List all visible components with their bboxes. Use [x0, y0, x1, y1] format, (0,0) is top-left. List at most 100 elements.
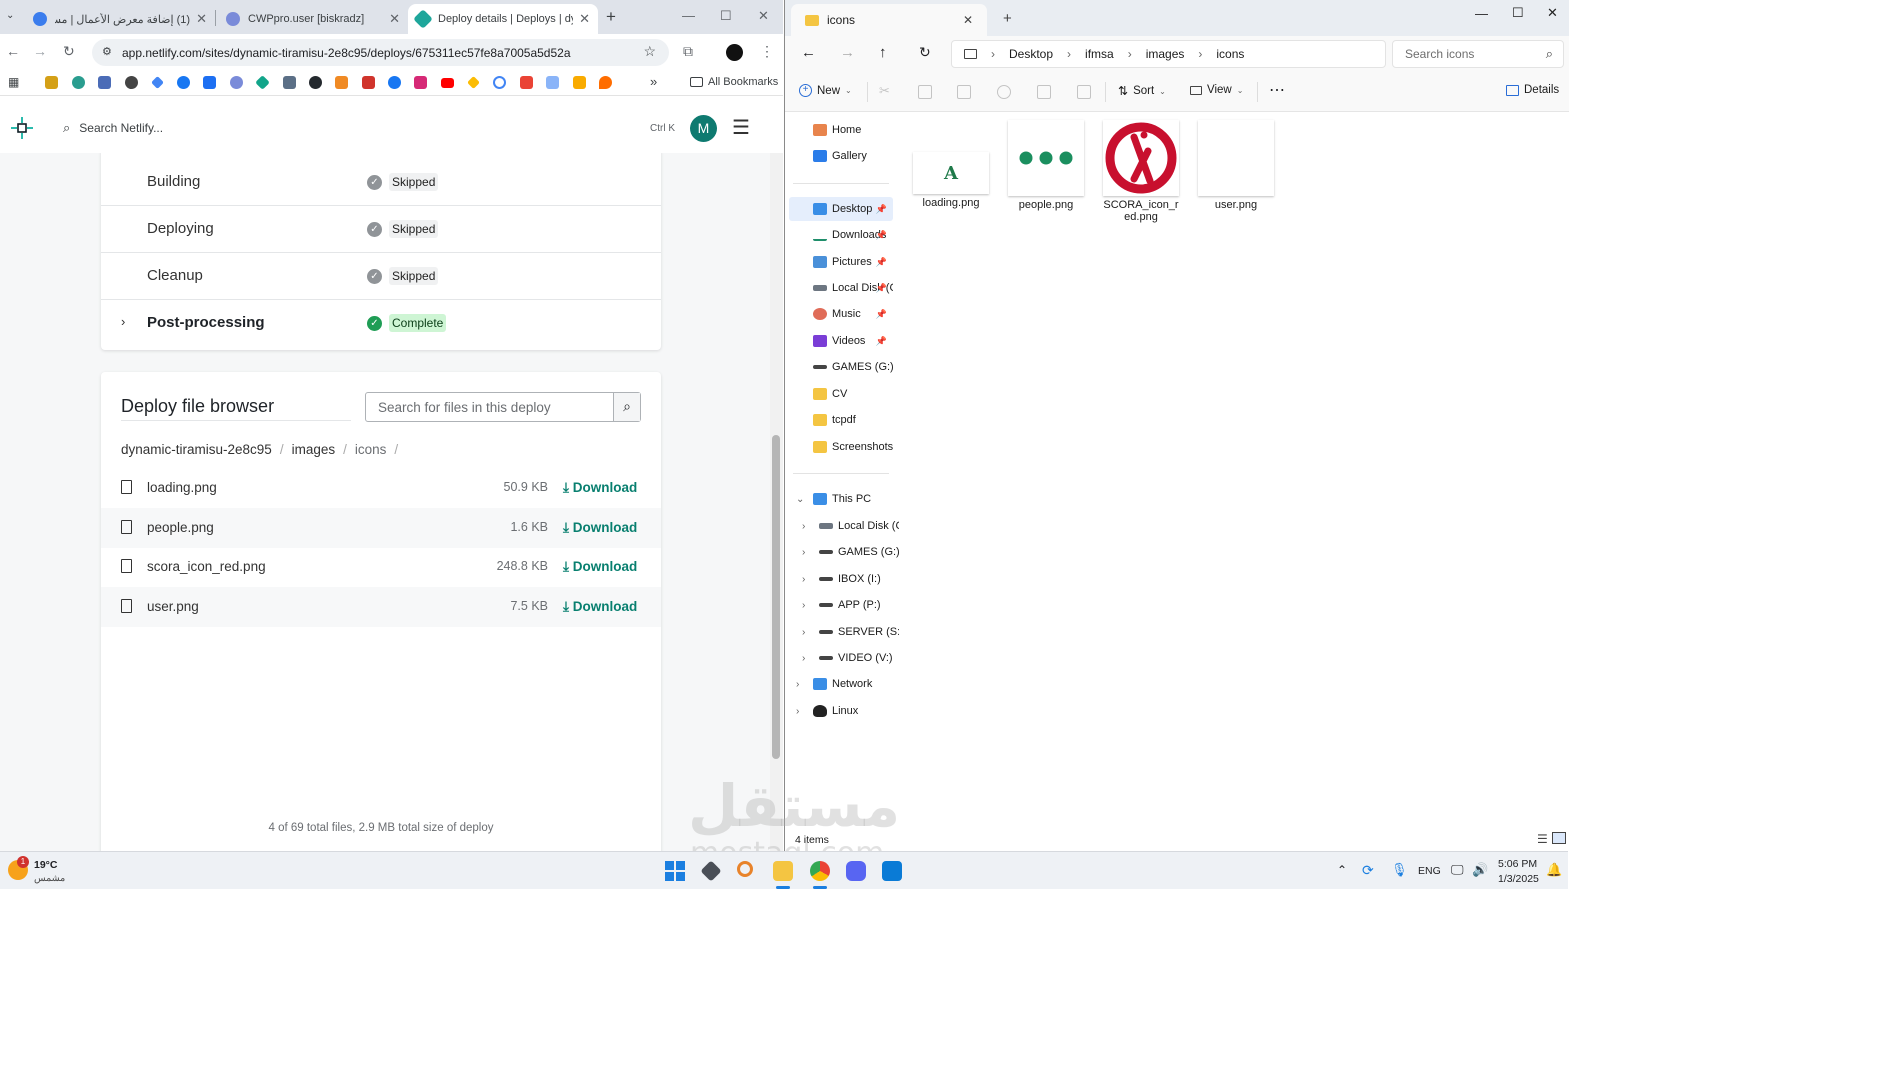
all-bookmarks[interactable]: All Bookmarks — [690, 76, 778, 88]
refresh-icon[interactable]: ↻ — [919, 44, 931, 61]
sidebar-item-screenshots[interactable]: Screenshots — [789, 435, 893, 459]
taskbar-vscode-icon[interactable] — [882, 861, 902, 881]
chevron-right-icon[interactable]: › — [796, 706, 799, 717]
sidebar-item-games[interactable]: GAMES (G:) — [789, 355, 893, 379]
huawei-bookmark-icon[interactable] — [362, 76, 375, 89]
sidebar-item-drive-v[interactable]: › VIDEO (V:) — [795, 646, 899, 670]
bookmark-icon[interactable] — [255, 75, 270, 90]
taskbar-search-app-icon[interactable] — [737, 861, 753, 877]
file-item-user[interactable]: user.png — [1196, 120, 1276, 211]
sidebar-item-drive-s[interactable]: › SERVER (S:) — [795, 620, 899, 644]
sidebar-item-videos[interactable]: Videos 📌 — [789, 329, 893, 353]
file-item-people[interactable]: people.png — [1006, 120, 1086, 211]
back-icon[interactable]: ← — [6, 43, 20, 59]
step-building[interactable]: Building ✓ Skipped — [101, 159, 661, 206]
explorer-search-input[interactable]: Search icons ⌕ — [1392, 40, 1564, 68]
bookmark-icon[interactable] — [45, 76, 58, 89]
close-tab-icon[interactable]: ✕ — [579, 11, 590, 27]
tab-mostaql[interactable]: (1) إضافة معرض الأعمال | مستقل ✕ — [25, 4, 215, 34]
url-bar[interactable]: ⚙ app.netlify.com/sites/dynamic-tiramisu… — [92, 39, 669, 66]
profile-icon[interactable] — [726, 44, 743, 61]
windows-start-icon[interactable] — [665, 861, 685, 881]
sync-icon[interactable]: ⟳ — [1362, 862, 1374, 879]
sidebar-item-desktop[interactable]: Desktop 📌 — [789, 197, 893, 221]
new-button[interactable]: + New ⌄ — [799, 84, 852, 97]
chevron-right-icon[interactable]: › — [802, 600, 805, 611]
sidebar-item-downloads[interactable]: Downloads 📌 — [789, 223, 893, 247]
step-deploying[interactable]: Deploying ✓ Skipped — [101, 206, 661, 253]
download-link[interactable]: ⤓ Download — [563, 480, 637, 496]
close-window-icon[interactable]: ✕ — [1547, 5, 1558, 21]
close-window-icon[interactable]: ✕ — [758, 8, 769, 24]
back-icon[interactable]: ← — [801, 44, 816, 61]
bookmark-icon[interactable] — [283, 76, 296, 89]
network-icon[interactable]: 🖵 — [1451, 862, 1464, 878]
youtube-bookmark-icon[interactable] — [441, 78, 454, 88]
maximize-icon[interactable]: ☐ — [720, 8, 732, 24]
bookmark-star-icon[interactable]: ☆ — [643, 43, 656, 60]
sidebar-item-music[interactable]: Music 📌 — [789, 302, 893, 326]
breadcrumb-item[interactable]: dynamic-tiramisu-2e8c95 — [121, 442, 272, 457]
weather-temp[interactable]: 19°C — [34, 859, 57, 871]
delete-icon[interactable] — [1077, 85, 1091, 99]
github-bookmark-icon[interactable] — [309, 76, 322, 89]
bookmark-icon[interactable] — [335, 76, 348, 89]
file-search-input[interactable]: Search for files in this deploy ⌕ — [365, 392, 641, 422]
download-link[interactable]: ⤓ Download — [563, 520, 637, 536]
details-view-icon[interactable]: ☰ — [1537, 832, 1548, 846]
view-button[interactable]: View ⌄ — [1190, 84, 1243, 96]
new-tab-icon[interactable]: + — [1003, 10, 1012, 27]
instagram-bookmark-icon[interactable] — [414, 76, 427, 89]
sort-button[interactable]: ⇅ Sort ⌄ — [1118, 84, 1166, 98]
sidebar-item-this-pc[interactable]: ⌄ This PC — [789, 487, 893, 511]
facebook-bookmark-icon[interactable] — [177, 76, 190, 89]
sidebar-item-cv[interactable]: CV — [789, 382, 893, 406]
bookmark-icon[interactable] — [546, 76, 559, 89]
sidebar-item-home[interactable]: Home — [789, 118, 893, 142]
forward-icon[interactable]: → — [33, 43, 47, 59]
firebase-bookmark-icon[interactable] — [599, 76, 612, 89]
tab-netlify-deploy[interactable]: Deploy details | Deploys | dyna ✕ — [408, 4, 598, 34]
bookmark-icon[interactable] — [230, 76, 243, 89]
sidebar-item-drive-g[interactable]: › GAMES (G:) — [795, 540, 899, 564]
extensions-icon[interactable]: ⧉ — [683, 43, 693, 60]
bookmark-icon[interactable] — [98, 76, 111, 89]
site-info-icon[interactable]: ⚙ — [102, 45, 112, 58]
tab-search-icon[interactable]: ⌄ — [6, 10, 14, 21]
hamburger-menu-icon[interactable]: ☰ — [732, 115, 750, 140]
notification-bell-icon[interactable]: 🔔 — [1546, 862, 1562, 878]
scrollbar-thumb[interactable] — [772, 435, 780, 759]
rename-icon[interactable] — [997, 85, 1011, 99]
explorer-breadcrumb[interactable]: › Desktop › ifmsa › images › icons — [951, 40, 1386, 68]
download-link[interactable]: ⤓ Download — [563, 599, 637, 615]
taskbar-app-icon[interactable] — [700, 860, 722, 882]
cut-icon[interactable]: ✂ — [879, 83, 890, 99]
tab-cwppro[interactable]: CWPpro.user [biskradz] ✕ — [218, 4, 408, 34]
copy-icon[interactable] — [918, 85, 932, 99]
new-tab-icon[interactable]: + — [606, 7, 616, 27]
chrome-menu-icon[interactable]: ⋮ — [760, 43, 774, 60]
breadcrumb-item[interactable]: Desktop — [1009, 47, 1053, 61]
chevron-right-icon[interactable]: › — [802, 627, 805, 638]
close-tab-icon[interactable]: ✕ — [196, 11, 207, 27]
bookmark-icon[interactable] — [72, 76, 85, 89]
sidebar-item-drive-c[interactable]: › Local Disk (C: — [795, 514, 899, 538]
gemini-bookmark-icon[interactable] — [151, 76, 164, 89]
netlify-logo-icon[interactable] — [9, 115, 35, 141]
more-options-icon[interactable]: ⋯ — [1269, 80, 1285, 100]
sidebar-item-drive-p[interactable]: › APP (P:) — [795, 593, 899, 617]
reload-icon[interactable]: ↻ — [63, 43, 75, 60]
download-link[interactable]: ⤓ Download — [563, 559, 637, 575]
taskbar-chrome-icon[interactable] — [810, 861, 830, 881]
close-tab-icon[interactable]: ✕ — [389, 11, 400, 27]
drive-bookmark-icon[interactable] — [467, 76, 480, 89]
breadcrumb-item[interactable]: images — [1146, 47, 1185, 61]
up-icon[interactable]: ↑ — [879, 44, 887, 61]
sidebar-item-pictures[interactable]: Pictures 📌 — [789, 250, 893, 274]
chevron-down-icon[interactable]: ⌄ — [796, 494, 804, 505]
close-tab-icon[interactable]: ✕ — [963, 13, 973, 27]
gmail-bookmark-icon[interactable] — [520, 76, 533, 89]
analytics-bookmark-icon[interactable] — [573, 76, 586, 89]
explorer-tab[interactable]: icons ✕ — [791, 4, 987, 36]
sidebar-item-local-disk[interactable]: Local Disk (C:📌 — [789, 276, 893, 300]
